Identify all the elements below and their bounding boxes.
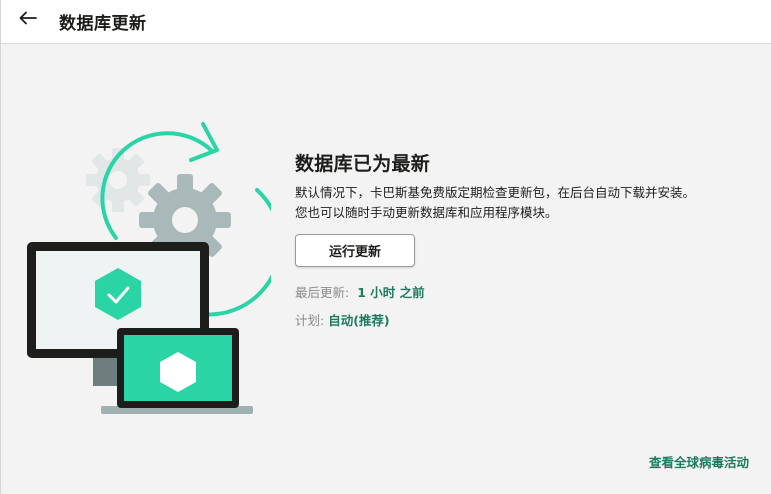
run-update-button[interactable]: 运行更新 — [295, 234, 415, 267]
schedule-label: 计划: — [295, 313, 325, 328]
laptop-icon — [101, 328, 253, 414]
update-window: 数据库更新 数据库已为最新 默认情况下，卡巴斯基免费版定期检查更新包，在后台自动… — [0, 0, 771, 494]
last-update-value: 1 小时 之前 — [357, 285, 425, 300]
page-title: 数据库更新 — [59, 14, 147, 34]
database-update-illustration — [27, 122, 271, 414]
last-update-row: 最后更新: 1 小时 之前 — [295, 284, 755, 302]
schedule-link[interactable]: 自动(推荐) — [328, 313, 389, 328]
header-bar: 数据库更新 — [1, 0, 771, 44]
status-title: 数据库已为最新 — [295, 153, 431, 175]
threat-activity-link[interactable]: 查看全球病毒活动 — [649, 452, 749, 471]
update-content: 数据库已为最新 默认情况下，卡巴斯基免费版定期检查更新包，在后台自动下载并安装。… — [295, 150, 755, 330]
arrow-left-icon — [19, 11, 37, 25]
last-update-label: 最后更新: — [295, 285, 350, 300]
description-line: 默认情况下，卡巴斯基免费版定期检查更新包，在后台自动下载并安装。 — [295, 185, 696, 200]
description: 默认情况下，卡巴斯基免费版定期检查更新包，在后台自动下载并安装。 您也可以随时手… — [295, 183, 755, 223]
schedule-row: 计划: 自动(推荐) — [295, 312, 755, 330]
back-button[interactable] — [15, 7, 41, 29]
description-line: 您也可以随时手动更新数据库和应用程序模块。 — [295, 205, 558, 220]
